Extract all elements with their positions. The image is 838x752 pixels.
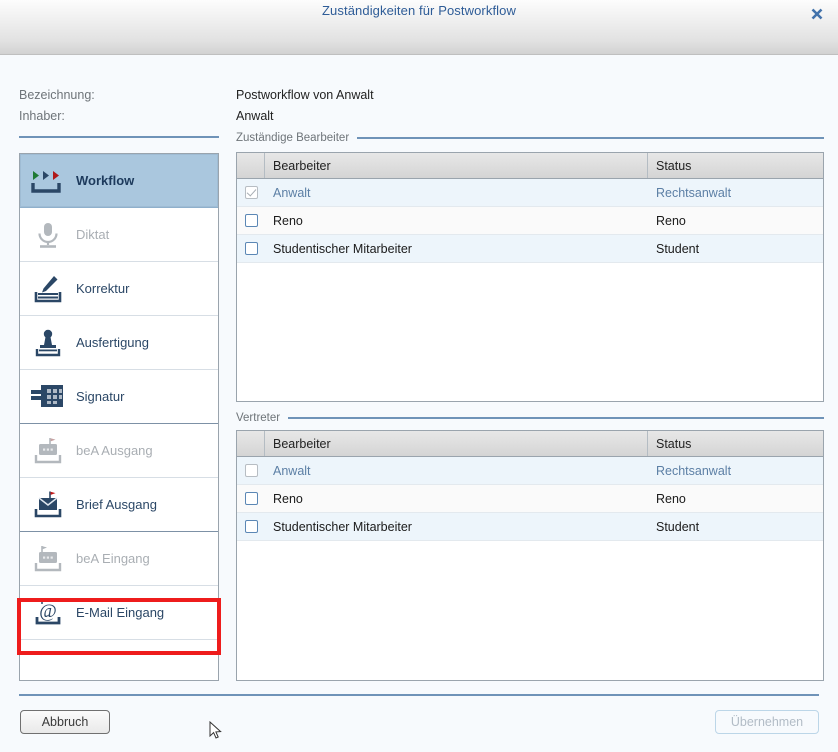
sidebar-item-label: Workflow bbox=[76, 173, 135, 188]
sidebar-item-label: beA Ausgang bbox=[76, 443, 153, 458]
sidebar-item-label: Diktat bbox=[76, 227, 110, 242]
sidebar-list: Workflow Diktat Korrektur Ausfertigung S… bbox=[19, 153, 219, 681]
close-icon[interactable] bbox=[804, 2, 830, 26]
sidebar-item-diktat[interactable]: Diktat bbox=[20, 208, 218, 262]
caption-text: Zuständige Bearbeiter bbox=[236, 132, 350, 144]
apply-button: Übernehmen bbox=[715, 710, 819, 734]
email-at-inbox-icon: @ bbox=[20, 597, 76, 629]
stamp-icon bbox=[20, 328, 76, 358]
sidebar-item-email-eingang[interactable]: @ E-Mail Eingang bbox=[20, 586, 218, 640]
caption-text: Vertreter bbox=[236, 412, 281, 424]
row-checkbox[interactable] bbox=[244, 520, 258, 533]
table-row[interactable]: Anwalt Rechtsanwalt bbox=[237, 457, 823, 485]
sidebar-item-label: beA Eingang bbox=[76, 551, 150, 566]
caption-zustaendige-bearbeiter: Zuständige Bearbeiter bbox=[236, 132, 824, 144]
title-bar: Zuständigkeiten für Postworkflow bbox=[0, 0, 838, 55]
row-checkbox[interactable] bbox=[244, 214, 258, 227]
signature-card-icon bbox=[31, 384, 63, 407]
mouse-cursor bbox=[209, 720, 223, 746]
column-header-bearbeiter: Bearbeiter bbox=[265, 431, 648, 456]
table-row[interactable]: Reno Reno bbox=[237, 485, 823, 513]
caption-vertreter: Vertreter bbox=[236, 412, 824, 424]
row-checkbox-cell[interactable] bbox=[237, 485, 265, 512]
workflow-arrows-icon bbox=[20, 167, 76, 195]
svg-text:@: @ bbox=[39, 601, 57, 622]
sidebar-item-ausfertigung[interactable]: Ausfertigung bbox=[20, 316, 218, 370]
row-checkbox[interactable] bbox=[244, 242, 258, 255]
row-checkbox-cell[interactable] bbox=[237, 235, 265, 262]
sidebar-item-brief-ausgang[interactable]: Brief Ausgang bbox=[20, 478, 218, 532]
letter-outbox-icon bbox=[20, 490, 76, 520]
table-header-row: Bearbeiter Status bbox=[237, 431, 823, 457]
footer-divider bbox=[19, 694, 819, 696]
table-row[interactable]: Studentischer Mitarbeiter Student bbox=[237, 235, 823, 263]
row-checkbox[interactable] bbox=[244, 492, 258, 505]
sidebar-divider bbox=[19, 136, 219, 138]
sidebar-item-workflow[interactable]: Workflow bbox=[20, 154, 218, 208]
sidebar-item-label: Ausfertigung bbox=[76, 335, 149, 350]
sidebar-item-label: Signatur bbox=[76, 389, 125, 404]
cell-status: Rechtsanwalt bbox=[656, 185, 732, 200]
sidebar-item-label: Korrektur bbox=[76, 281, 130, 296]
caption-rule bbox=[357, 137, 824, 139]
window-title: Zuständigkeiten für Postworkflow bbox=[322, 3, 516, 18]
label-bezeichnung: Bezeichnung: bbox=[19, 88, 95, 102]
sidebar-empty-area bbox=[20, 640, 218, 678]
bea-outbox-icon bbox=[20, 436, 76, 466]
meta-values: Postworkflow von Anwalt Anwalt bbox=[236, 85, 374, 127]
pencil-tray-icon bbox=[20, 274, 76, 304]
cell-bearbeiter: Reno bbox=[273, 491, 303, 506]
cell-status: Student bbox=[656, 241, 700, 256]
sidebar-item-label: Brief Ausgang bbox=[76, 497, 157, 512]
cell-bearbeiter: Anwalt bbox=[273, 185, 311, 200]
table-row[interactable]: Studentischer Mitarbeiter Student bbox=[237, 513, 823, 541]
cell-bearbeiter: Anwalt bbox=[273, 463, 311, 478]
column-header-check bbox=[237, 153, 265, 178]
value-bezeichnung: Postworkflow von Anwalt bbox=[236, 88, 374, 102]
row-checkbox-cell[interactable] bbox=[237, 179, 265, 206]
cell-bearbeiter: Reno bbox=[273, 213, 303, 228]
cell-status: Reno bbox=[656, 491, 686, 506]
table-header-row: Bearbeiter Status bbox=[237, 153, 823, 179]
table-row[interactable]: Reno Reno bbox=[237, 207, 823, 235]
cell-status: Student bbox=[656, 519, 700, 534]
sidebar-item-korrektur[interactable]: Korrektur bbox=[20, 262, 218, 316]
column-header-status: Status bbox=[656, 158, 692, 173]
table-zustaendige-bearbeiter: Bearbeiter Status Anwalt Rechtsanwalt Re… bbox=[236, 152, 824, 402]
cell-bearbeiter: Studentischer Mitarbeiter bbox=[273, 241, 412, 256]
table-row[interactable]: Anwalt Rechtsanwalt bbox=[237, 179, 823, 207]
bea-inbox-icon bbox=[20, 544, 76, 574]
label-inhaber: Inhaber: bbox=[19, 109, 65, 123]
row-checkbox[interactable] bbox=[244, 186, 258, 199]
cell-status: Rechtsanwalt bbox=[656, 463, 732, 478]
value-inhaber: Anwalt bbox=[236, 109, 274, 123]
row-checkbox-cell[interactable] bbox=[237, 513, 265, 540]
sidebar-item-label: E-Mail Eingang bbox=[76, 605, 165, 620]
cell-status: Reno bbox=[656, 213, 686, 228]
meta-labels: Bezeichnung: Inhaber: bbox=[19, 85, 95, 127]
caption-rule bbox=[288, 417, 824, 419]
sidebar-item-bea-ausgang[interactable]: beA Ausgang bbox=[20, 424, 218, 478]
row-checkbox-cell[interactable] bbox=[237, 457, 265, 484]
dialog-window: Zuständigkeiten für Postworkflow Bezeich… bbox=[0, 0, 838, 752]
row-checkbox-cell[interactable] bbox=[237, 207, 265, 234]
table-vertreter: Bearbeiter Status Anwalt Rechtsanwalt Re… bbox=[236, 430, 824, 681]
microphone-icon bbox=[20, 220, 76, 250]
column-header-bearbeiter: Bearbeiter bbox=[265, 153, 648, 178]
cell-bearbeiter: Studentischer Mitarbeiter bbox=[273, 519, 412, 534]
sidebar-item-bea-eingang[interactable]: beA Eingang bbox=[20, 532, 218, 586]
row-checkbox[interactable] bbox=[244, 464, 258, 477]
sidebar-item-signatur[interactable]: Signatur bbox=[20, 370, 218, 424]
column-header-check bbox=[237, 431, 265, 456]
column-header-status: Status bbox=[656, 436, 692, 451]
cancel-button[interactable]: Abbruch bbox=[20, 710, 110, 734]
